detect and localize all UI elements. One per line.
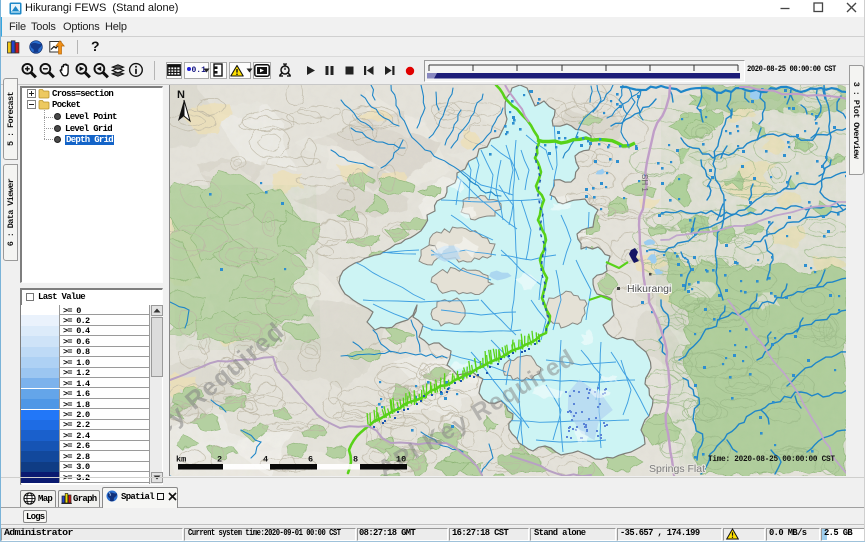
svg-text:6: 6 — [308, 455, 313, 465]
svg-text:8: 8 — [353, 455, 358, 465]
svg-text:2: 2 — [217, 455, 222, 465]
svg-text:4: 4 — [263, 455, 268, 465]
svg-text:Springs Flat: Springs Flat — [649, 463, 705, 475]
svg-text:10: 10 — [396, 455, 406, 465]
svg-text:N: N — [177, 89, 185, 101]
svg-text:SH 1: SH 1 — [640, 174, 649, 192]
svg-text:Hikurangi: Hikurangi — [627, 283, 671, 295]
svg-text:Time: 2020-08-25 00:00:00 CST: Time: 2020-08-25 00:00:00 CST — [708, 454, 835, 465]
svg-text:km: km — [176, 455, 186, 465]
